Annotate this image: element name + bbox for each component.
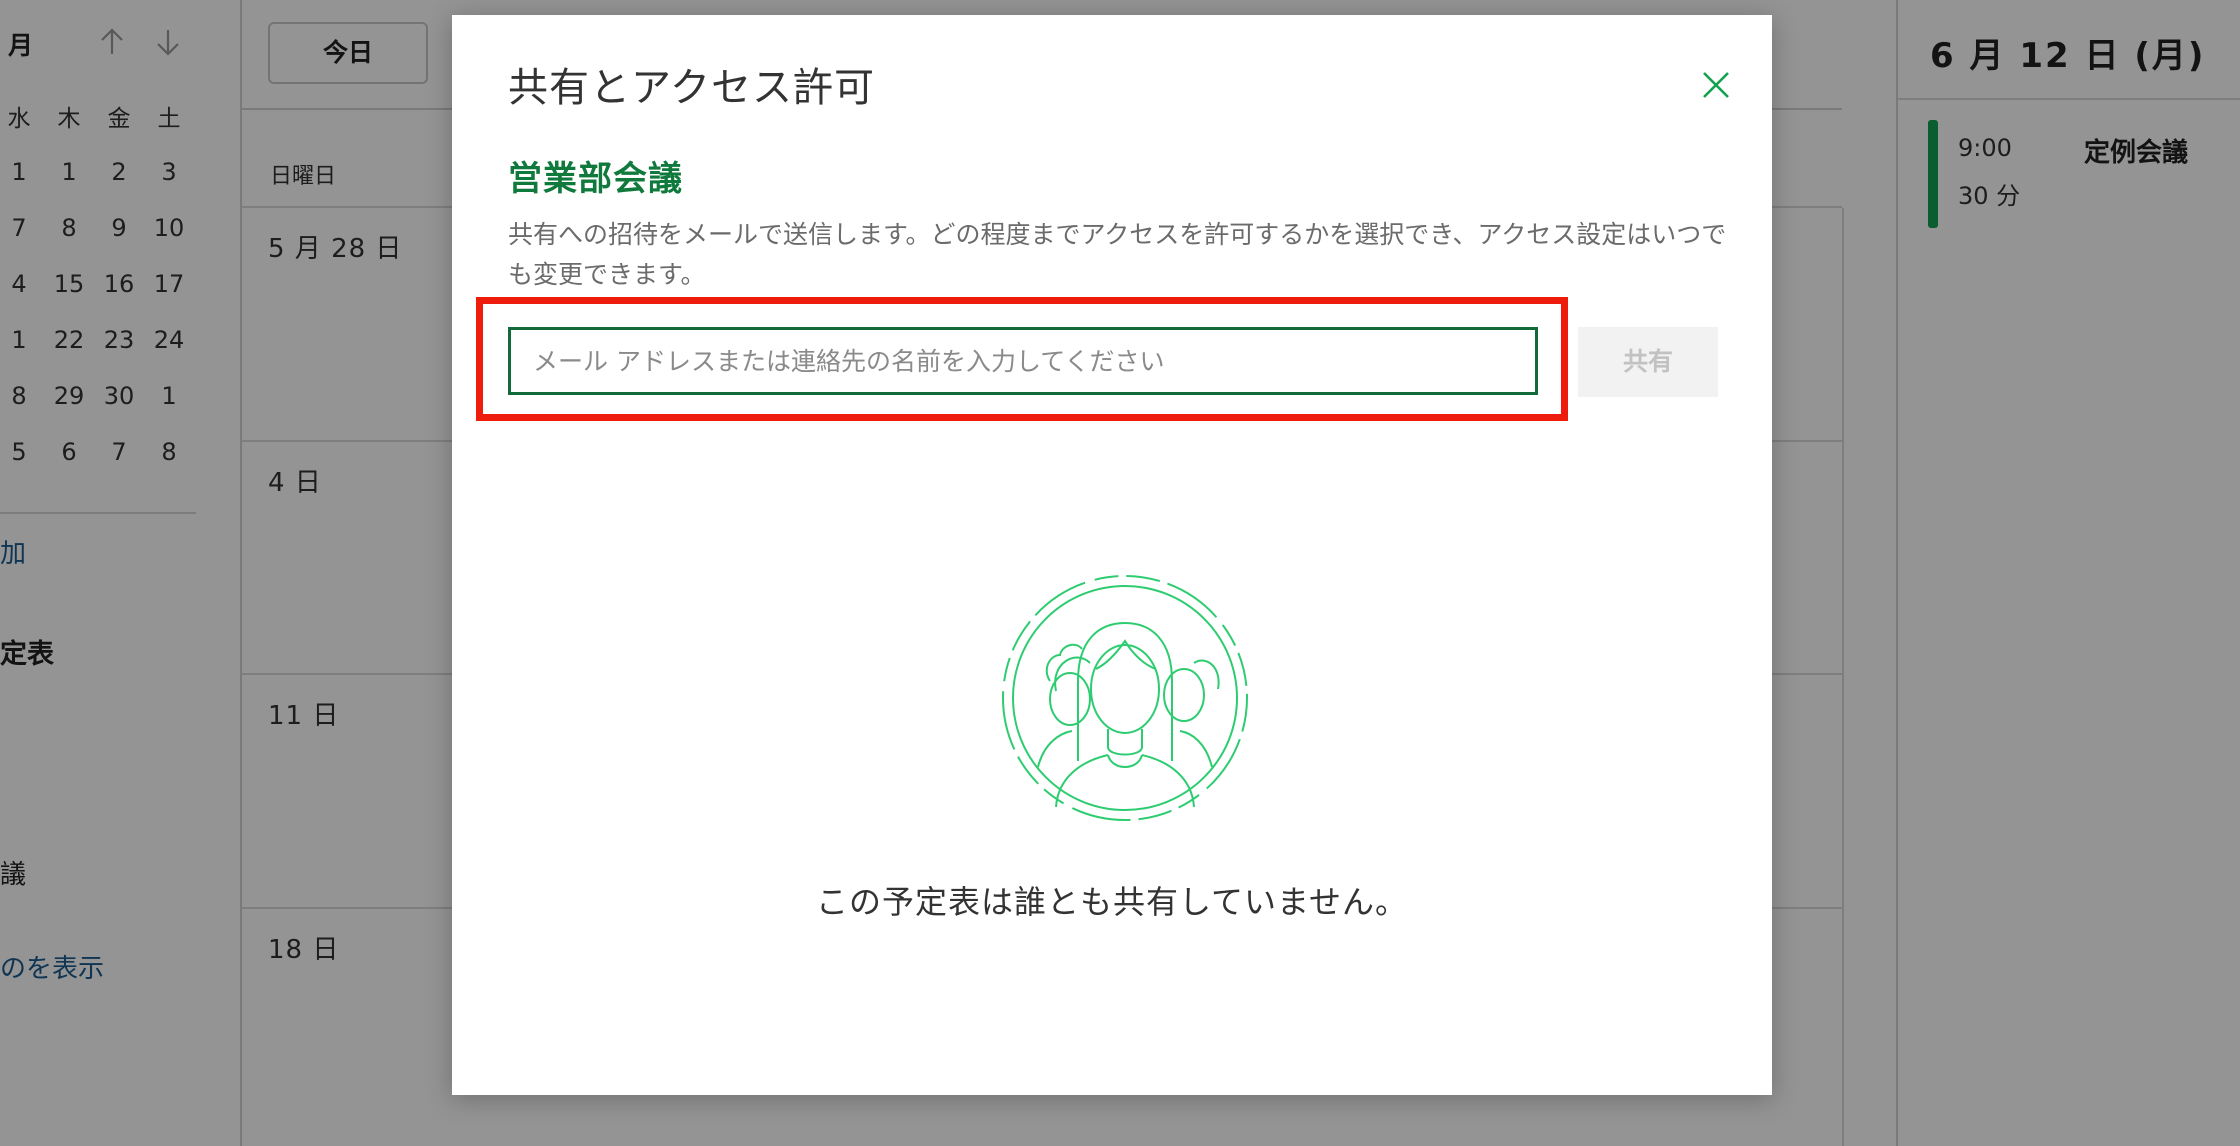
share-button[interactable]: 共有 [1578, 327, 1718, 397]
empty-state-message: この予定表は誰とも共有していません。 [815, 883, 1409, 921]
calendar-name: 営業部会議 [508, 159, 683, 199]
close-icon[interactable] [1694, 63, 1738, 107]
share-dialog: 共有とアクセス許可 営業部会議 共有への招待をメールで送信します。どの程度までア… [452, 15, 1772, 1095]
share-description: 共有への招待をメールで送信します。どの程度までアクセスを許可するかを選択でき、ア… [508, 220, 1727, 289]
people-illustration-icon [998, 571, 1252, 825]
email-input[interactable] [508, 327, 1538, 395]
dialog-title: 共有とアクセス許可 [508, 65, 875, 111]
